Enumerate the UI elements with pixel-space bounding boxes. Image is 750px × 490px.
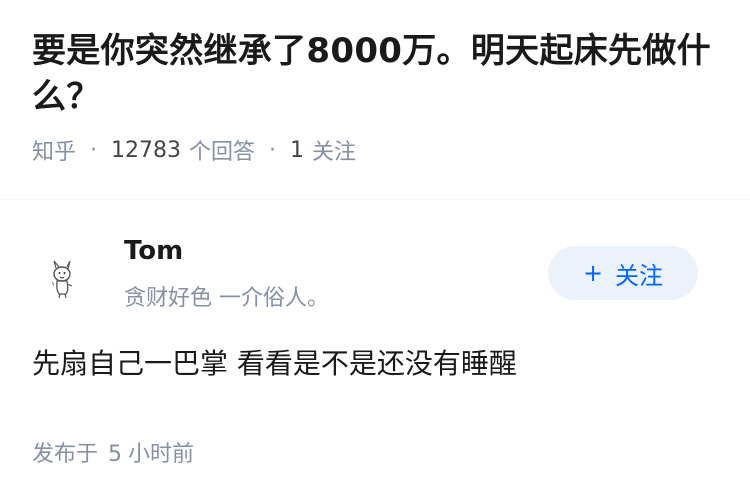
- source-label[interactable]: 知乎: [32, 134, 76, 166]
- follow-button[interactable]: + 关注: [548, 246, 698, 300]
- publish-time: 发布于 5 小时前: [32, 436, 718, 468]
- author-bio: 贪财好色 一介俗人。: [124, 286, 329, 311]
- question-title[interactable]: 要是你突然继承了8000万。明天起床先做什么？: [32, 28, 718, 120]
- follower-count: 1: [290, 137, 305, 163]
- author-name[interactable]: Tom: [124, 236, 183, 266]
- question-meta: 知乎 · 12783 个回答 · 1 关注: [32, 134, 718, 166]
- plus-icon: +: [582, 259, 604, 287]
- author-info: Tom 贪财好色 一介俗人。 + 关注: [32, 200, 718, 330]
- answer-card: Tom 贪财好色 一介俗人。 + 关注 先扇自己一巴掌 看看是不是还没有睡醒 发…: [0, 200, 750, 468]
- publish-time-value: 5: [108, 442, 123, 467]
- answer-count: 12783: [111, 137, 182, 163]
- separator-dot: ·: [90, 137, 98, 163]
- cartoon-character-icon: [51, 260, 73, 299]
- publish-time-prefix: 发布于: [32, 442, 99, 467]
- follow-button-label: 关注: [615, 261, 664, 290]
- question-header: 要是你突然继承了8000万。明天起床先做什么？ 知乎 · 12783 个回答 ·…: [0, 0, 750, 173]
- answer-count-label: 个回答: [189, 140, 256, 165]
- answer-content[interactable]: 先扇自己一巴掌 看看是不是还没有睡醒: [32, 344, 718, 384]
- zhihu-question-page: 要是你突然继承了8000万。明天起床先做什么？ 知乎 · 12783 个回答 ·…: [0, 0, 750, 490]
- separator-dot: ·: [269, 137, 277, 163]
- publish-time-unit: 小时前: [128, 442, 195, 467]
- avatar[interactable]: [32, 248, 94, 310]
- follower-count-label: 关注: [312, 140, 357, 165]
